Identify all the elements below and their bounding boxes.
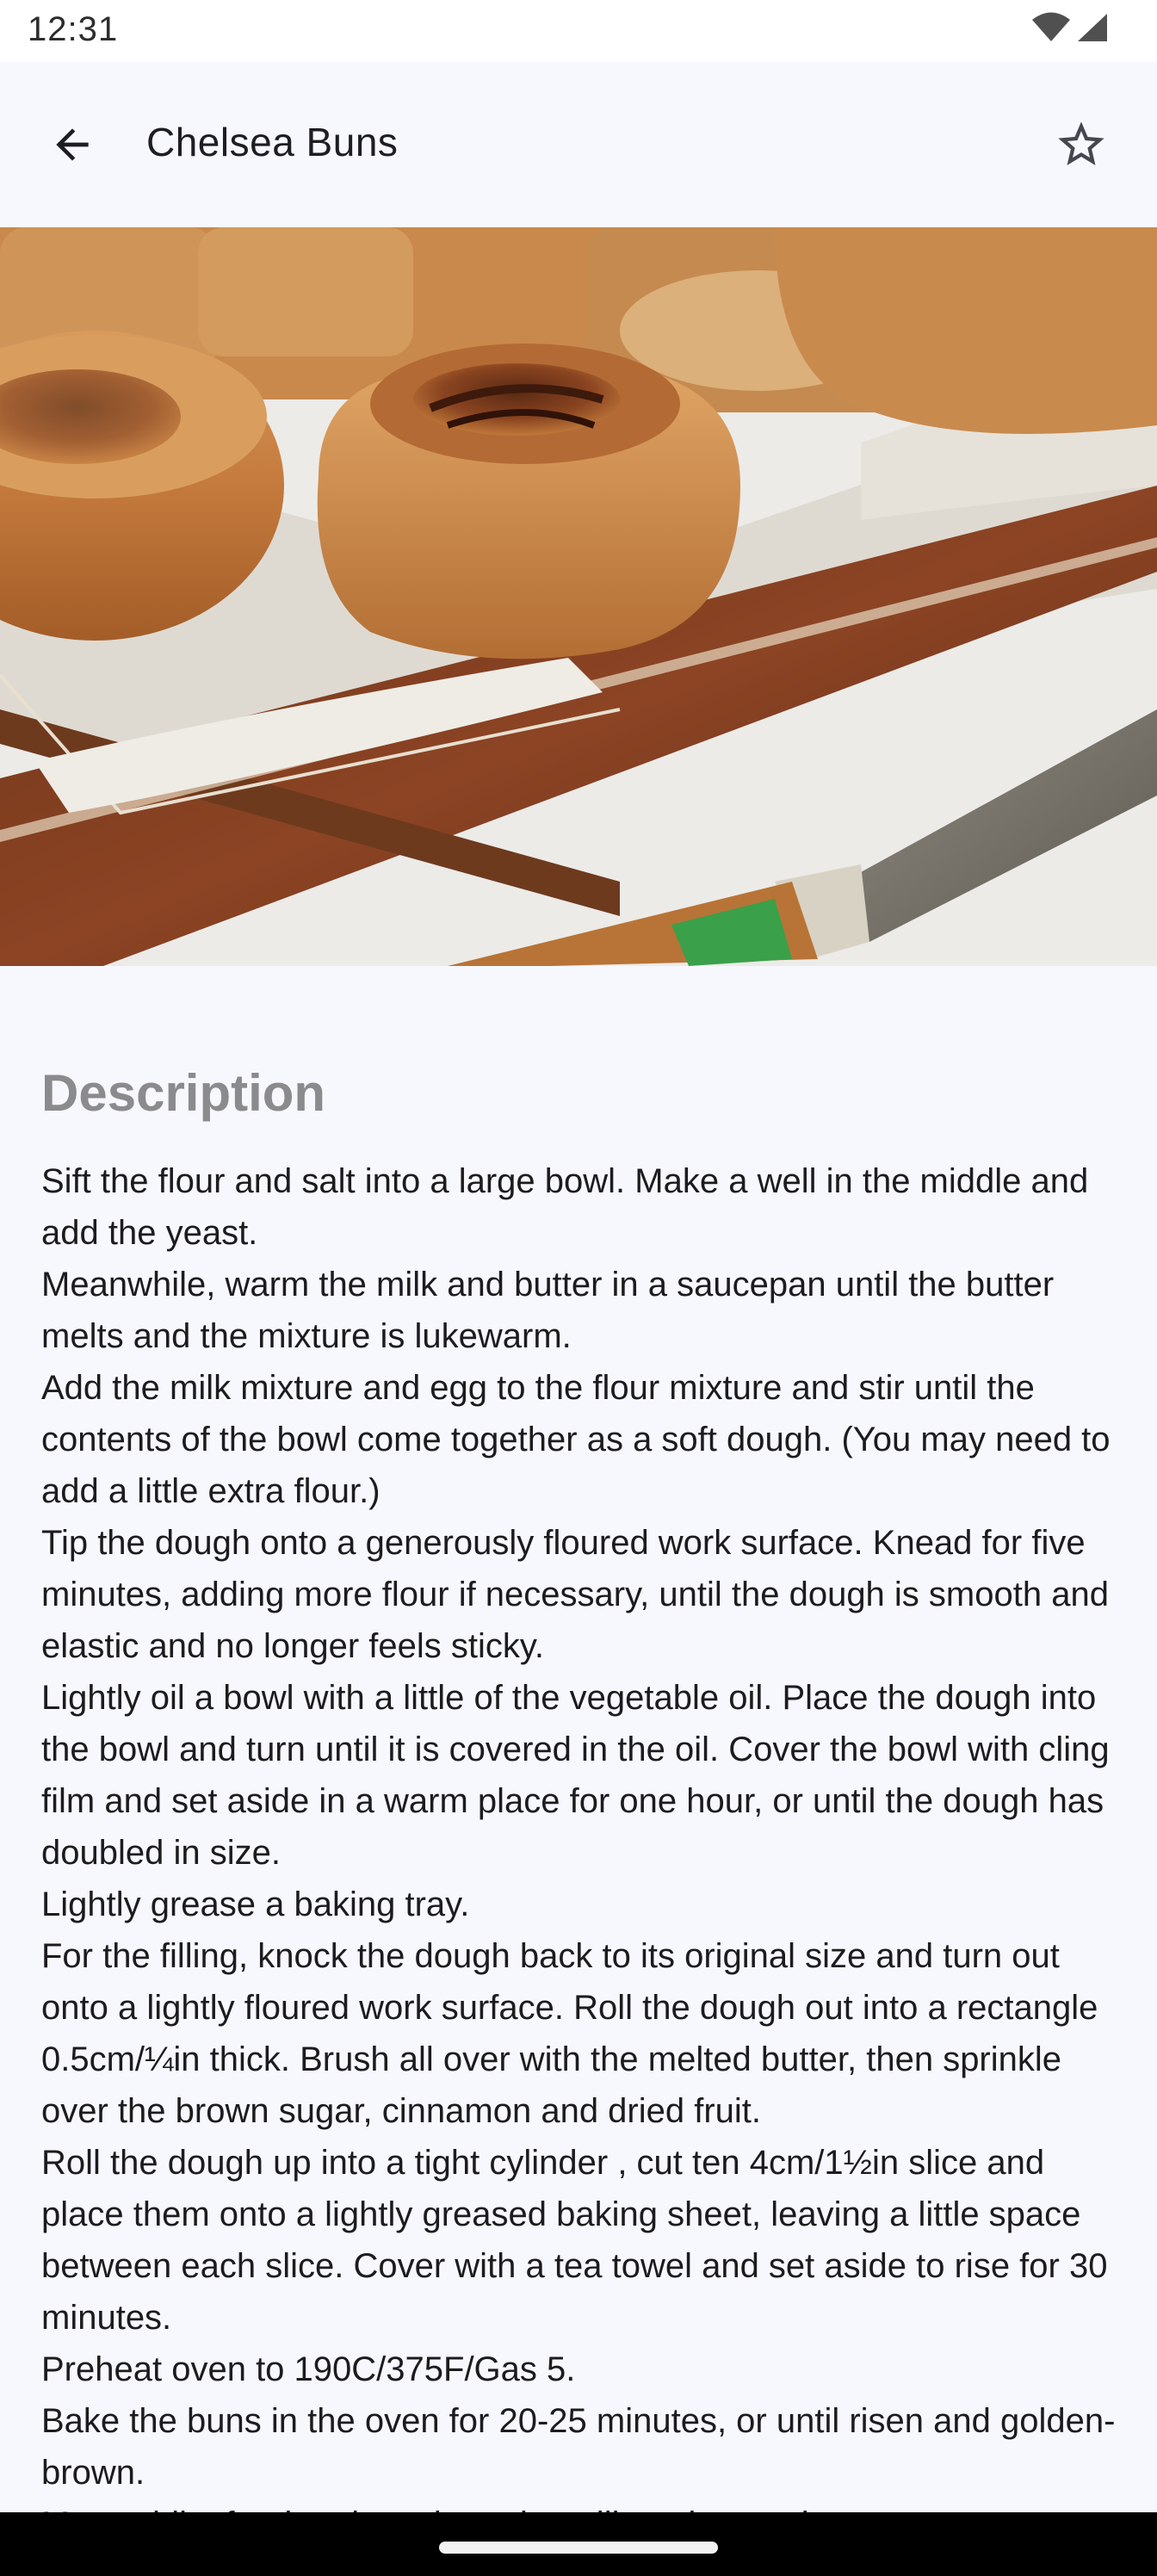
description-step: For the filling, knock the dough back to… — [41, 1937, 1098, 2130]
description-step: Bake the buns in the oven for 20-25 minu… — [41, 2402, 1116, 2492]
arrow-back-icon — [48, 121, 96, 173]
star-outline-icon — [1054, 117, 1109, 176]
description-step: Lightly grease a baking tray. — [41, 1886, 470, 1923]
back-button[interactable] — [31, 105, 114, 188]
description-step: Tip the dough onto a generously floured … — [41, 1524, 1109, 1665]
description-step: Lightly oil a bowl with a little of the … — [41, 1679, 1110, 1872]
top-app-bar: Chelsea Buns — [0, 62, 1157, 227]
favorite-button[interactable] — [1040, 105, 1123, 188]
description-step: Sift the flour and salt into a large bow… — [41, 1162, 1089, 1252]
wifi-icon — [1031, 12, 1071, 47]
description-step: Meanwhile, warm the milk and butter in a… — [41, 1266, 1055, 1355]
section-heading: Description — [41, 1064, 326, 1122]
cell-signal-icon — [1076, 12, 1109, 47]
description-step: Roll the dough up into a tight cylinder … — [41, 2144, 1108, 2337]
home-gesture-handle[interactable] — [439, 2542, 718, 2554]
recipe-photo — [0, 227, 1157, 966]
status-time: 12:31 — [28, 10, 119, 48]
recipe-detail-screen: 12:31 Chelsea Buns Description Sift the … — [0, 0, 1157, 2576]
description-step: Preheat oven to 190C/375F/Gas 5. — [41, 2350, 576, 2388]
status-icons — [1031, 12, 1109, 47]
description-steps: Sift the flour and salt into a large bow… — [41, 1155, 1116, 2550]
description-step: Add the milk mixture and egg to the flou… — [41, 1369, 1111, 1510]
description-section: Description Sift the flour and salt into… — [41, 1059, 1116, 2550]
page-title: Chelsea Buns — [146, 120, 399, 164]
